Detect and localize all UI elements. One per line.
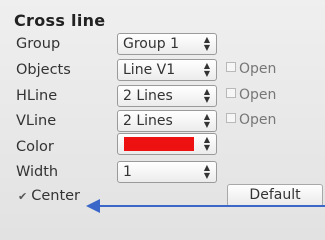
pointer-arrow-icon <box>86 199 325 213</box>
cross-line-panel: Cross line Group Group 1 ▲ ▼ Objects Line… <box>0 0 325 240</box>
